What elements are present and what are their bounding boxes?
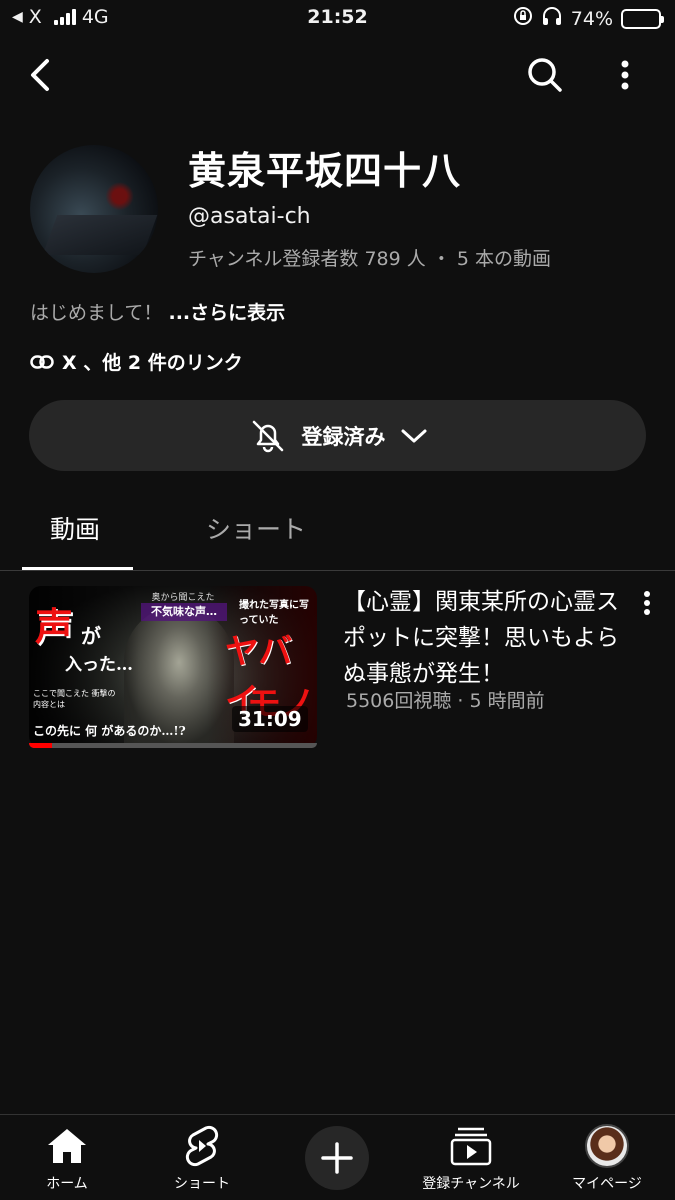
channel-meta: チャンネル登録者数 789 人 ・ 5 本の動画 — [188, 248, 551, 270]
avatar — [585, 1124, 629, 1168]
thumbnail-text: 不気味な声… — [141, 603, 227, 621]
video-menu-button[interactable] — [632, 588, 662, 618]
channel-links[interactable]: X 、他 2 件のリンク — [30, 348, 243, 375]
nav-home-label: ホーム — [46, 1176, 88, 1192]
headphones-icon — [541, 6, 563, 31]
channel-description[interactable]: はじめまして！ ...さらに表示 — [30, 298, 285, 325]
watch-progress-bar — [29, 743, 317, 748]
tab-videos[interactable]: 動画 — [50, 510, 100, 546]
create-button[interactable] — [305, 1126, 369, 1190]
nav-home[interactable]: ホーム — [7, 1125, 127, 1193]
more-vert-icon — [621, 60, 629, 90]
video-title[interactable]: 【心霊】関東某所の心霊スポットに突撃！思いもよらぬ事態が発生！ — [343, 584, 628, 692]
nav-my-page[interactable]: マイページ — [547, 1124, 667, 1193]
tab-shorts[interactable]: ショート — [206, 510, 306, 546]
battery-icon — [621, 8, 664, 29]
home-icon — [46, 1125, 88, 1167]
channel-avatar[interactable] — [30, 145, 158, 273]
active-tab-indicator — [22, 567, 133, 570]
thumbnail-text: ここで聞こえた 衝撃の内容とは — [33, 689, 116, 709]
orientation-lock-icon — [513, 6, 533, 31]
links-label: X 、他 2 件のリンク — [62, 352, 243, 374]
thumbnail-text: 撮れた写真に写っていた — [239, 600, 309, 626]
chevron-down-icon — [401, 429, 426, 442]
link-icon — [30, 354, 54, 369]
channel-tabs: 動画 ショート — [0, 500, 675, 571]
show-more-link[interactable]: ...さらに表示 — [168, 302, 285, 324]
subscribed-button[interactable]: 登録済み — [29, 400, 646, 471]
description-text: はじめまして！ — [30, 302, 163, 324]
watch-progress-fill — [29, 743, 53, 748]
top-nav — [0, 50, 675, 106]
thumbnail-text: この先に 何 があるのか…!? — [33, 724, 186, 738]
search-icon — [528, 58, 562, 92]
channel-handle: @asatai-ch — [188, 204, 311, 229]
subscriptions-icon — [450, 1125, 492, 1167]
nav-my-page-label: マイページ — [572, 1176, 642, 1192]
video-meta: 5506回視聴 · 5 時間前 — [346, 690, 545, 712]
back-button[interactable] — [16, 50, 66, 100]
thumbnail-text: 声 — [35, 604, 74, 649]
search-button[interactable] — [520, 50, 570, 100]
thumbnail-text: が — [81, 624, 101, 648]
status-right: 74% — [513, 6, 664, 31]
nav-shorts-label: ショート — [174, 1176, 230, 1192]
channel-name: 黄泉平坂四十八 — [188, 149, 462, 193]
notifications-off-icon — [252, 420, 283, 452]
back-arrow-icon — [31, 59, 49, 91]
video-duration: 31:09 — [232, 706, 308, 732]
battery-percent: 74% — [570, 7, 613, 30]
more-vert-icon — [644, 591, 650, 615]
nav-shorts[interactable]: ショート — [142, 1125, 262, 1193]
bottom-nav: ホーム ショート 登録チャンネル マイページ — [0, 1114, 675, 1200]
status-bar: ◀ X 4G 21:52 74% — [0, 0, 675, 40]
nav-subscriptions[interactable]: 登録チャンネル — [411, 1125, 531, 1193]
nav-subscriptions-label: 登録チャンネル — [422, 1176, 520, 1192]
subscribed-label: 登録済み — [301, 424, 386, 449]
shorts-icon — [184, 1125, 220, 1167]
thumbnail-text: 奥から聞こえた — [151, 593, 215, 603]
plus-icon — [321, 1142, 353, 1174]
thumbnail-text: 入った… — [65, 655, 133, 675]
more-options-button[interactable] — [600, 50, 650, 100]
